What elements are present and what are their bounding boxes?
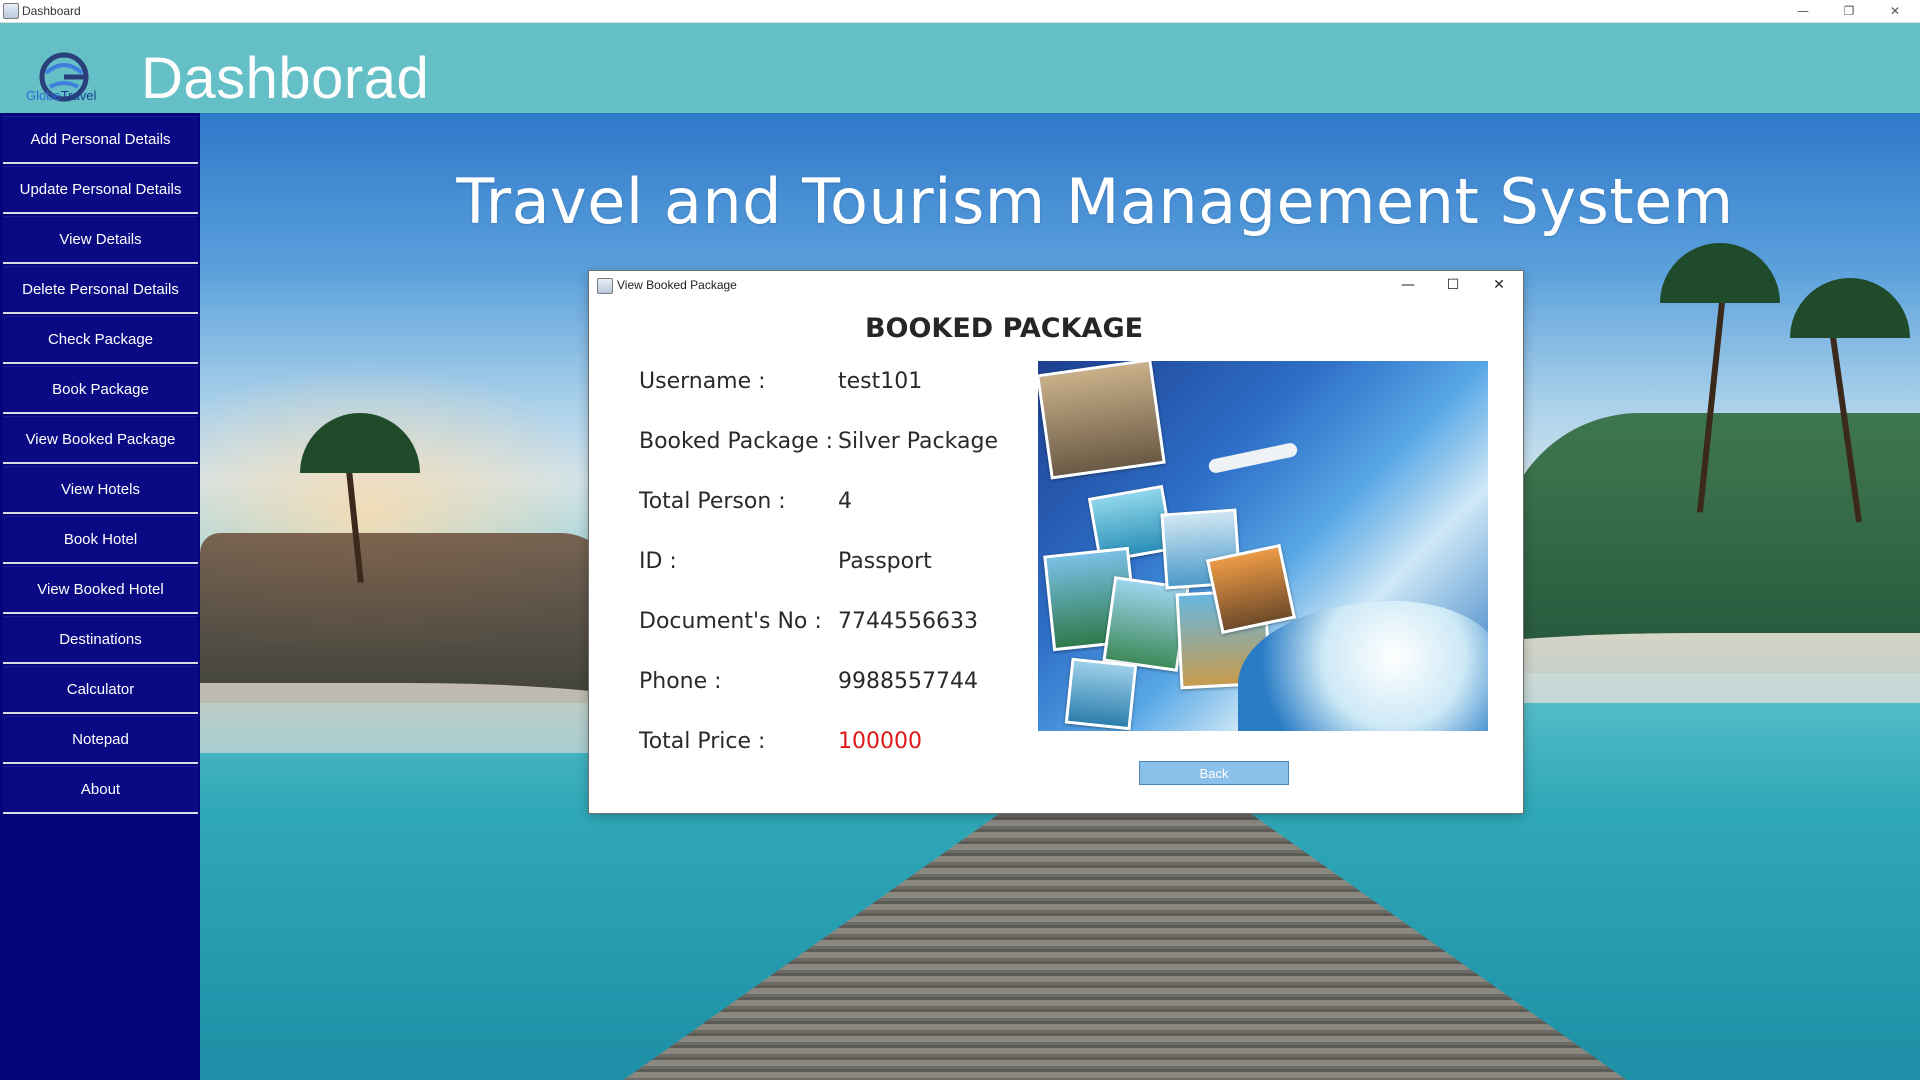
sidebar-item-view-booked-package[interactable]: View Booked Package (3, 416, 198, 464)
booked-package-label: Booked Package : (639, 429, 834, 454)
collage-photo (1038, 361, 1166, 480)
sidebar-item-view-hotels[interactable]: View Hotels (3, 466, 198, 514)
palm-leaves (1660, 243, 1780, 303)
window-titlebar: Dashboard — ❐ ✕ (0, 0, 1920, 23)
collage-photo (1064, 657, 1138, 731)
total-person-value: 4 (838, 489, 852, 514)
sidebar: Add Personal Details Update Personal Det… (0, 113, 200, 1080)
sidebar-item-check-package[interactable]: Check Package (3, 316, 198, 364)
banner-title: Travel and Tourism Management System (456, 165, 1734, 238)
logo-text-travel: Travel (60, 88, 97, 103)
dialog-minimize-icon[interactable]: — (1386, 273, 1430, 297)
sidebar-item-about[interactable]: About (3, 766, 198, 814)
sidebar-item-update-personal-details[interactable]: Update Personal Details (3, 166, 198, 214)
dialog-title: View Booked Package (617, 278, 737, 292)
back-button[interactable]: Back (1139, 761, 1289, 785)
minimize-icon[interactable]: — (1780, 0, 1826, 22)
dialog-app-icon (597, 278, 613, 294)
total-price-label: Total Price : (639, 729, 766, 754)
window-title: Dashboard (22, 4, 81, 18)
page-title: Dashborad (141, 46, 430, 111)
dialog-maximize-icon[interactable]: ☐ (1431, 273, 1475, 297)
sidebar-item-calculator[interactable]: Calculator (3, 666, 198, 714)
logo-text: GlobeTravel (26, 88, 96, 103)
wooden-pier (605, 813, 1645, 1080)
id-value: Passport (838, 549, 932, 574)
total-price-value: 100000 (838, 729, 922, 754)
booked-package-value: Silver Package (838, 429, 998, 454)
sidebar-item-add-personal-details[interactable]: Add Personal Details (3, 116, 198, 164)
document-no-label: Document's No : (639, 609, 822, 634)
restore-icon[interactable]: ❐ (1826, 0, 1872, 22)
document-no-value: 7744556633 (838, 609, 978, 634)
sidebar-item-view-booked-hotel[interactable]: View Booked Hotel (3, 566, 198, 614)
id-label: ID : (639, 549, 677, 574)
app-icon (3, 3, 19, 19)
sidebar-item-delete-personal-details[interactable]: Delete Personal Details (3, 266, 198, 314)
dialog-titlebar: View Booked Package — ☐ ✕ (589, 271, 1523, 299)
travel-collage-image (1038, 361, 1488, 731)
username-value: test101 (838, 369, 923, 394)
dialog-close-icon[interactable]: ✕ (1477, 273, 1521, 297)
sidebar-item-notepad[interactable]: Notepad (3, 716, 198, 764)
phone-value: 9988557744 (838, 669, 978, 694)
sidebar-item-book-package[interactable]: Book Package (3, 366, 198, 414)
sidebar-item-view-details[interactable]: View Details (3, 216, 198, 264)
palm-leaves (1790, 278, 1910, 338)
left-island (200, 533, 620, 703)
collage-photo (1205, 543, 1297, 635)
sidebar-item-destinations[interactable]: Destinations (3, 616, 198, 664)
airplane-graphic (1207, 441, 1299, 475)
dialog-heading-text: BOOKED PACKAGE (864, 313, 1144, 344)
sidebar-item-book-hotel[interactable]: Book Hotel (3, 516, 198, 564)
view-booked-package-dialog: View Booked Package — ☐ ✕ BOOKED PACKAGE… (588, 270, 1524, 814)
close-icon[interactable]: ✕ (1872, 0, 1918, 22)
phone-label: Phone : (639, 669, 722, 694)
total-person-label: Total Person : (639, 489, 786, 514)
dialog-heading: BOOKED PACKAGE (589, 313, 1523, 344)
logo-text-globe: Globe (26, 88, 61, 103)
username-label: Username : (639, 369, 766, 394)
